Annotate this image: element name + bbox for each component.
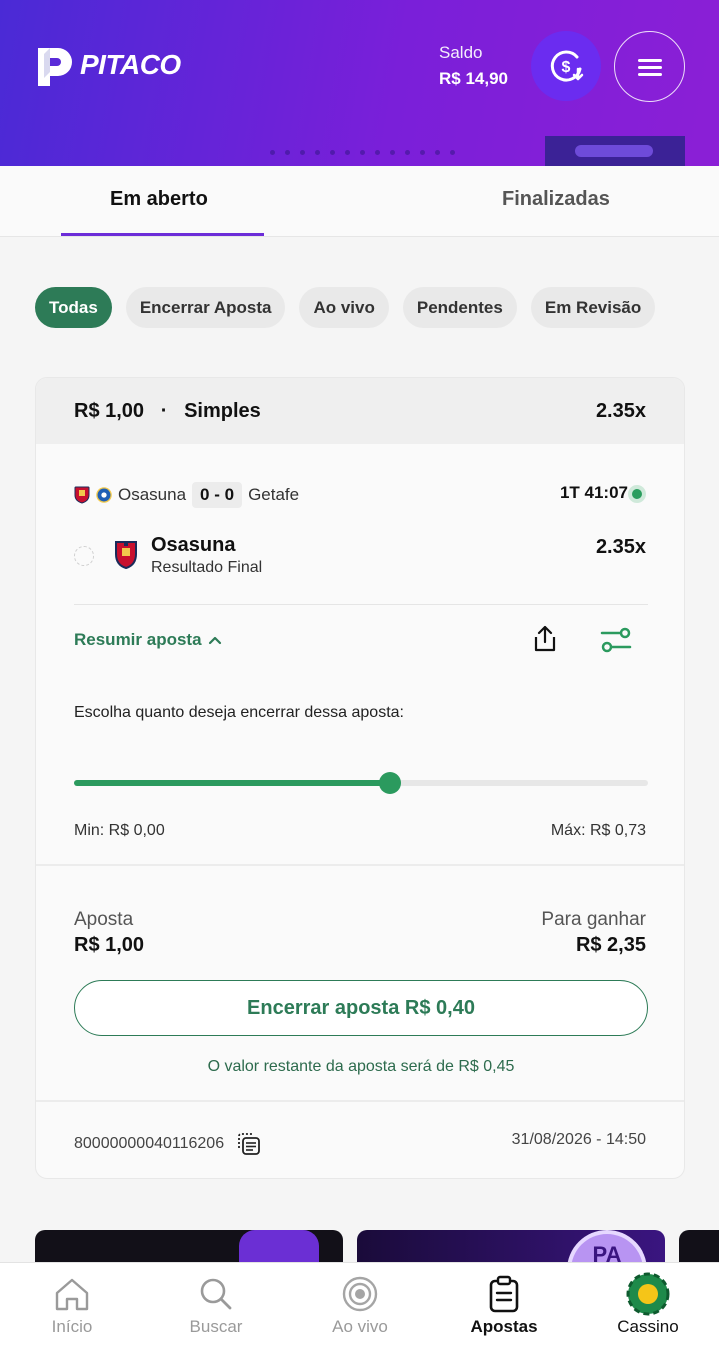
svg-text:$: $: [562, 59, 571, 76]
summarize-bet-label: Resumir aposta: [74, 630, 202, 649]
match-score: 0 - 0: [192, 482, 243, 508]
balance: Saldo R$ 14,90: [439, 43, 508, 89]
filter-todas[interactable]: Todas: [35, 287, 112, 328]
stake-label: Aposta: [74, 909, 134, 930]
away-team: Getafe: [248, 485, 300, 504]
osasuna-crest-icon: [74, 486, 90, 504]
balance-value: R$ 14,90: [439, 69, 508, 88]
selection-name: Osasuna: [151, 534, 236, 556]
nav-ao-vivo[interactable]: Ao vivo: [288, 1263, 432, 1349]
bet-id-row: 80000000040116206: [74, 1131, 262, 1157]
tab-finalizadas[interactable]: Finalizadas: [502, 188, 610, 211]
bet-card: R$ 1,00 · Simples 2.35x Osasuna 0 - 0 Ge…: [35, 377, 685, 1179]
pitaco-logo-icon: [38, 48, 72, 86]
deposit-icon: $: [550, 50, 584, 82]
bet-id: 80000000040116206: [74, 1135, 225, 1152]
selection-odds: 2.35x: [595, 536, 646, 558]
brand-name: PITACO: [80, 49, 181, 80]
bottom-navigation: Início Buscar Ao vivo Apostas Cassino: [0, 1262, 719, 1349]
nav-apostas[interactable]: Apostas: [432, 1263, 576, 1349]
cashout-slider[interactable]: [74, 772, 648, 794]
bet-stake: R$ 1,00: [74, 400, 145, 422]
selection-status-icon: [74, 546, 94, 566]
nav-cassino[interactable]: Cassino: [576, 1263, 719, 1349]
filter-ao-vivo[interactable]: Ao vivo: [299, 287, 389, 328]
bet-total-odds: 2.35x: [595, 400, 646, 422]
tab-em-aberto[interactable]: Em aberto: [110, 188, 208, 211]
live-icon: [342, 1276, 378, 1312]
menu-button[interactable]: [614, 31, 685, 102]
selection-market: Resultado Final: [151, 559, 263, 576]
adjust-settings-icon[interactable]: [600, 626, 632, 654]
brand-logo[interactable]: PITACO: [34, 44, 181, 86]
getafe-crest-icon: [96, 487, 112, 503]
cashout-slider-thumb[interactable]: [378, 772, 401, 794]
nav-label: Buscar: [189, 1317, 243, 1336]
bet-separator: ·: [160, 400, 168, 422]
bet-type: Simples: [184, 400, 261, 422]
bet-date: 31/08/2026 - 14:50: [511, 1131, 646, 1148]
cashout-button[interactable]: Encerrar aposta R$ 0,40: [74, 980, 648, 1036]
app-header: PITACO Saldo R$ 14,90 $: [0, 0, 719, 166]
divider: [74, 604, 648, 605]
remaining-stake-text: O valor restante da aposta será de R$ 0,…: [207, 1058, 515, 1075]
nav-label: Apostas: [470, 1317, 538, 1336]
summarize-bet-link[interactable]: Resumir aposta: [74, 630, 222, 650]
hamburger-icon: [637, 58, 662, 76]
match-info[interactable]: Osasuna 0 - 0 Getafe: [74, 482, 299, 508]
filter-encerrar-aposta[interactable]: Encerrar Aposta: [125, 287, 286, 328]
copy-icon[interactable]: [236, 1131, 262, 1157]
potential-win-label: Para ganhar: [541, 909, 646, 930]
match-clock: 1T 41:07: [559, 483, 628, 502]
header-ticker-pill: [575, 145, 653, 157]
search-icon: [200, 1278, 232, 1310]
nav-label: Cassino: [617, 1317, 679, 1336]
bet-card-header: R$ 1,00 · Simples 2.35x: [36, 378, 684, 444]
deposit-button[interactable]: $: [531, 31, 601, 101]
casino-icon: [626, 1272, 670, 1316]
potential-win-value: R$ 2,35: [575, 934, 646, 956]
osasuna-crest-icon: [115, 541, 137, 570]
cashout-slider-fill: [74, 780, 390, 786]
live-indicator-icon: [628, 485, 646, 503]
clipboard-icon: [489, 1275, 519, 1313]
section-divider: [36, 864, 684, 866]
section-divider: [36, 1100, 684, 1102]
active-tab-indicator: [61, 233, 264, 236]
share-icon[interactable]: [530, 624, 560, 654]
cashout-instruction: Escolha quanto deseja encerrar dessa apo…: [74, 704, 404, 721]
bet-status-tabs: Em aberto Finalizadas: [0, 166, 719, 237]
filter-pendentes[interactable]: Pendentes: [402, 287, 517, 328]
chevron-up-icon: [208, 636, 221, 645]
nav-buscar[interactable]: Buscar: [144, 1263, 288, 1349]
balance-label: Saldo: [439, 43, 483, 62]
filter-chips: Todas Encerrar Aposta Ao vivo Pendentes …: [35, 287, 656, 328]
nav-label: Início: [51, 1317, 93, 1336]
stake-value: R$ 1,00: [74, 934, 145, 956]
home-team: Osasuna: [118, 485, 187, 504]
filter-em-revisao[interactable]: Em Revisão: [530, 287, 656, 328]
cashout-max: Máx: R$ 0,73: [550, 822, 646, 839]
home-icon: [55, 1278, 89, 1311]
nav-inicio[interactable]: Início: [0, 1263, 144, 1349]
nav-label: Ao vivo: [332, 1317, 388, 1336]
cashout-min: Min: R$ 0,00: [74, 822, 165, 839]
bet-summary: R$ 1,00 · Simples: [74, 400, 261, 423]
